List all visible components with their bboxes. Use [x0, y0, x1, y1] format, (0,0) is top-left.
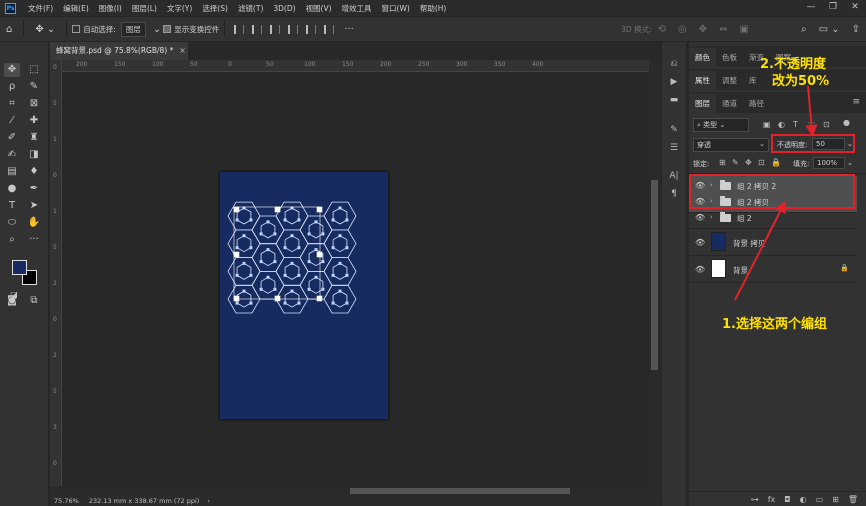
foreground-color-swatch[interactable] — [12, 260, 27, 275]
annotation-step1: 1.选择这两个编组 — [722, 317, 827, 332]
annotation-step2-line2: 改为50% — [772, 74, 830, 89]
arrow-to-opacity — [805, 85, 818, 137]
annotation-arrows — [734, 85, 818, 301]
arrow-to-layers — [734, 200, 786, 301]
